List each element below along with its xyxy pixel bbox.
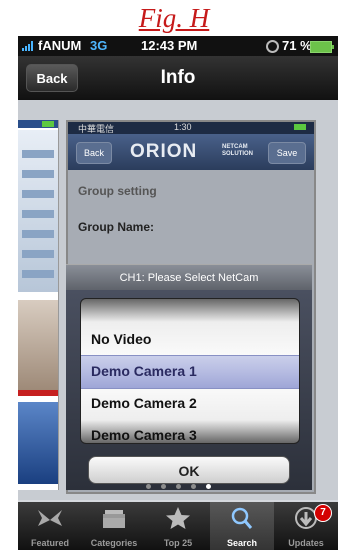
picker-option[interactable]: No Video [91, 323, 291, 355]
page-dot[interactable] [160, 484, 166, 489]
battery-percent: 71 % [282, 38, 312, 53]
orion-logo: ORION [130, 141, 198, 162]
page-dots[interactable] [18, 484, 338, 496]
page-dot[interactable] [190, 484, 196, 489]
inner-battery-icon [294, 124, 306, 130]
tab-featured[interactable]: Featured [18, 502, 82, 550]
picker-option[interactable]: Demo Camera 2 [91, 387, 291, 419]
status-time: 12:43 PM [141, 38, 198, 53]
tab-top-25[interactable]: Top 25 [146, 502, 210, 550]
search-icon [231, 507, 253, 529]
tab-label: Search [226, 538, 258, 548]
tab-updates[interactable]: 7 Updates [274, 502, 338, 550]
page-dot[interactable] [175, 484, 181, 489]
screenshot-gallery[interactable]: 中華電信 1:30 Back ORION NETCAM SOLUTION Sav… [18, 100, 338, 500]
signal-icon [22, 41, 36, 51]
network-type: 3G [90, 38, 108, 53]
alarm-icon [266, 40, 279, 53]
picker-prompt: CH1: Please Select NetCam [66, 264, 312, 291]
figure-title: Fig. H [138, 3, 210, 33]
back-button[interactable]: Back [26, 64, 78, 92]
page-dot[interactable] [145, 484, 151, 489]
picker-option-selected[interactable]: Demo Camera 1 [91, 355, 291, 387]
previous-screenshot[interactable] [18, 120, 59, 490]
tab-search[interactable]: Search [210, 502, 274, 550]
featured-icon [38, 510, 62, 526]
status-bar: fANUM 3G 12:43 PM 71 % [18, 36, 338, 56]
orion-logo-sub: NETCAM SOLUTION [222, 144, 253, 157]
tab-bar: Featured Categories Top 25 Search 7 Upda… [18, 502, 338, 550]
phone-screen: fANUM 3G 12:43 PM 71 % Info Back 中華電信 1:… [18, 36, 338, 550]
inner-time: 1:30 [174, 122, 192, 132]
netcam-picker: No Video Demo Camera 1 Demo Camera 2 Dem… [66, 290, 312, 490]
inner-save-button: Save [268, 142, 306, 164]
tab-label: Featured [30, 538, 69, 548]
inner-status-bar: 中華電信 1:30 [68, 122, 314, 134]
tab-label: Top 25 [163, 538, 193, 548]
picker-wheel[interactable]: No Video Demo Camera 1 Demo Camera 2 Dem… [80, 298, 300, 444]
nav-bar: Info Back [18, 56, 338, 100]
carrier-name: fANUM [38, 38, 82, 53]
inner-nav-bar: Back ORION NETCAM SOLUTION Save [68, 134, 314, 170]
inner-back-button: Back [76, 142, 112, 164]
battery-icon [310, 41, 334, 53]
categories-icon [103, 510, 125, 528]
updates-badge: 7 [314, 504, 332, 522]
page-dot-active[interactable] [205, 484, 211, 489]
ok-button[interactable]: OK [88, 456, 290, 484]
group-name-label: Group Name: [78, 220, 155, 234]
picker-option[interactable]: Demo Camera 3 [91, 419, 291, 443]
tab-label: Categories [90, 538, 138, 548]
tab-categories[interactable]: Categories [82, 502, 146, 550]
star-icon [166, 507, 190, 529]
tab-label: Updates [288, 538, 324, 548]
group-setting-heading: Group setting [78, 184, 157, 198]
